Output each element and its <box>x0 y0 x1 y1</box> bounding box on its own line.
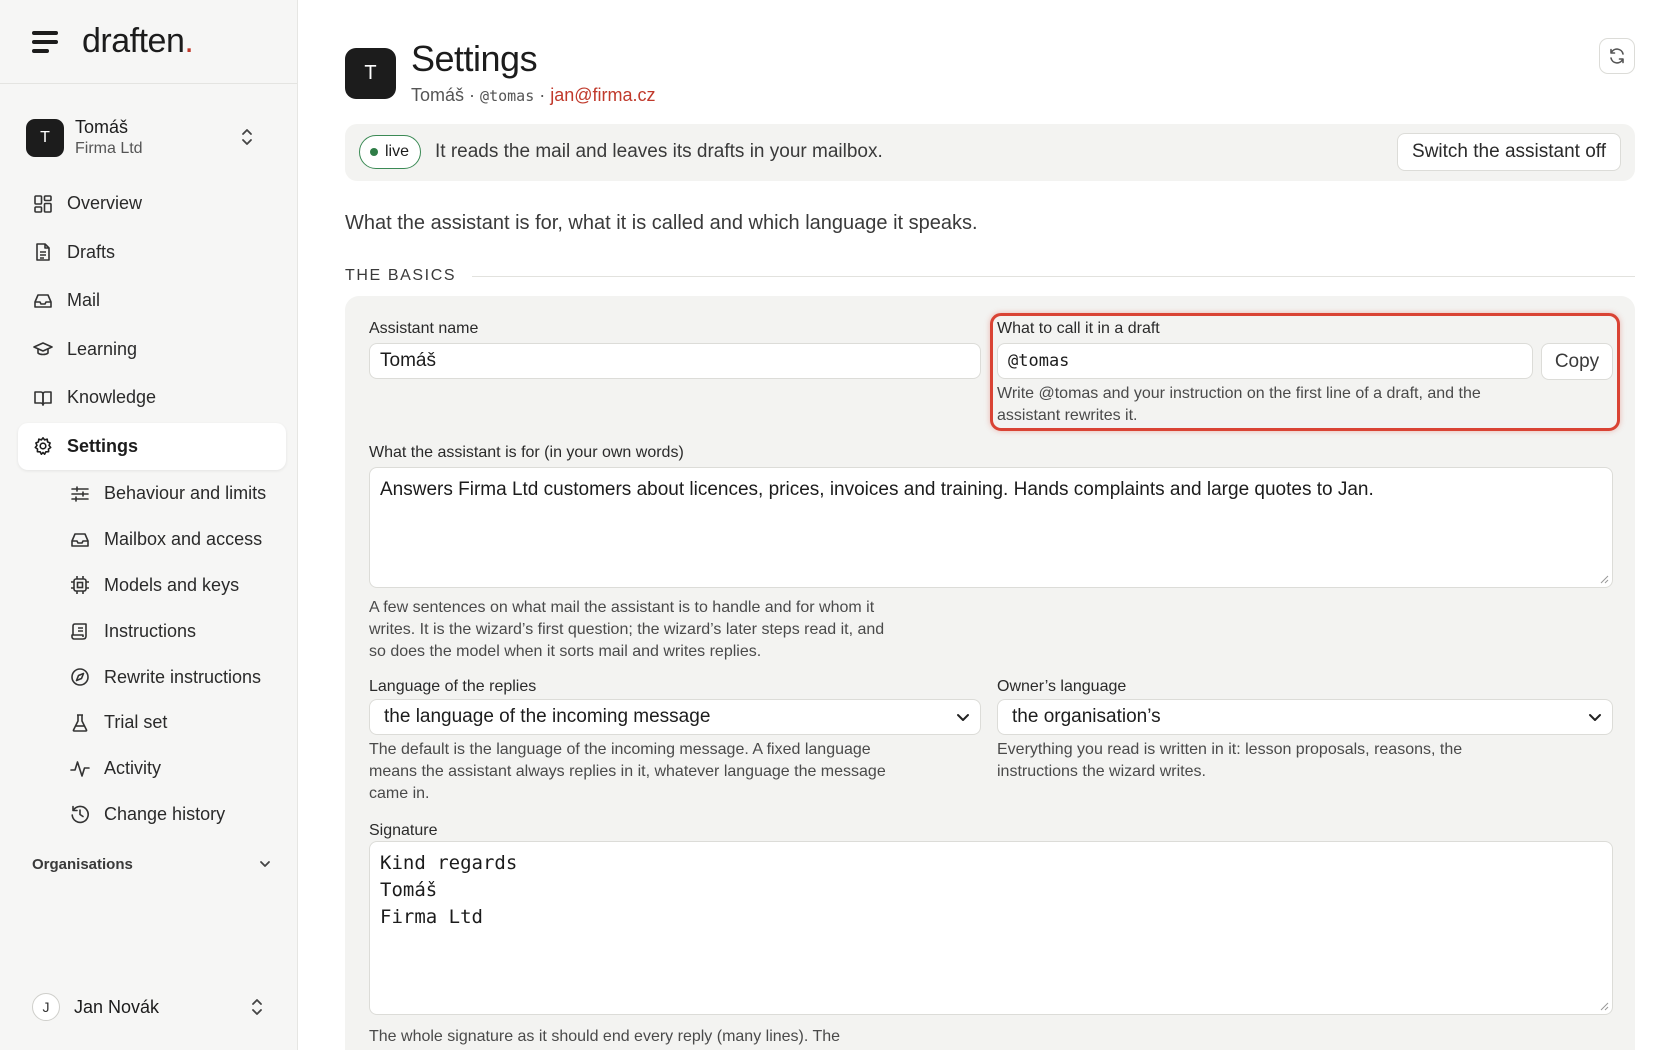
switch-off-button[interactable]: Switch the assistant off <box>1397 133 1621 171</box>
status-badge: live <box>359 135 422 169</box>
chip-icon <box>71 576 89 595</box>
inbox-icon <box>34 293 52 308</box>
purpose-help: A few sentences on what mail the assista… <box>369 599 885 660</box>
nav-knowledge[interactable]: Knowledge <box>18 374 286 421</box>
assistant-name: Tomáš <box>75 116 129 137</box>
resize-grip-icon[interactable] <box>1600 1002 1609 1011</box>
reply-language-label: Language of the replies <box>369 678 537 695</box>
nav-mail[interactable]: Mail <box>18 277 286 324</box>
nav-learning[interactable]: Learning <box>18 326 286 373</box>
user-menu[interactable]: J Jan Novák <box>32 990 272 1024</box>
sidebar: draften. T Tomáš Firma Ltd Overview Draf… <box>0 0 298 1050</box>
avatar: J <box>32 993 60 1021</box>
chevron-down-icon <box>1589 714 1601 721</box>
subnav-activity[interactable]: Activity <box>18 746 286 792</box>
sidebar-header: draften. <box>0 0 297 84</box>
flask-icon <box>72 714 88 732</box>
subnav-change-history[interactable]: Change history <box>18 792 286 838</box>
subnav-behaviour[interactable]: Behaviour and limits <box>18 471 286 517</box>
main-nav: Overview Drafts Mail Learning Knowledge … <box>18 180 286 837</box>
chevron-down-icon <box>957 714 969 721</box>
reply-language-help: The default is the language of the incom… <box>369 741 886 802</box>
user-name: Jan Novák <box>74 996 160 1017</box>
chevron-up-down-icon <box>242 129 252 145</box>
subnav-rewrite[interactable]: Rewrite instructions <box>18 654 286 700</box>
basics-panel: Assistant name Tomáš What to call it in … <box>345 296 1635 1050</box>
logo[interactable]: draften. <box>82 22 194 61</box>
subnav-label: Behaviour and limits <box>104 483 267 504</box>
nav-label: Learning <box>67 338 138 359</box>
owner-language-label: Owner’s language <box>997 678 1127 695</box>
status-text: It reads the mail and leaves its drafts … <box>435 141 883 162</box>
nav-drafts[interactable]: Drafts <box>18 229 286 276</box>
subnav-label: Rewrite instructions <box>104 666 262 687</box>
purpose-label: What the assistant is for (in your own w… <box>369 444 684 461</box>
subnav-trial-set[interactable]: Trial set <box>18 700 286 746</box>
section-header: THE BASICS <box>345 266 1635 286</box>
owner-language-select[interactable]: the organisation’s <box>997 699 1613 735</box>
assistant-avatar: T <box>26 119 64 157</box>
status-bar: live It reads the mail and leaves its dr… <box>345 124 1635 181</box>
purpose-textarea[interactable]: Answers Firma Ltd customers about licenc… <box>369 467 1613 588</box>
subnav-instructions[interactable]: Instructions <box>18 608 286 654</box>
signature-textarea[interactable]: Kind regards Tomáš Firma Ltd <box>369 841 1613 1015</box>
compass-icon <box>71 668 89 686</box>
subnav-models[interactable]: Models and keys <box>18 563 286 609</box>
focus-highlight <box>990 313 1620 431</box>
document-icon <box>36 243 50 261</box>
menu-icon[interactable] <box>32 30 60 53</box>
subnav-label: Change history <box>104 803 226 824</box>
inbox-icon <box>71 532 89 547</box>
history-icon <box>71 806 89 824</box>
gear-icon <box>34 437 52 455</box>
nav-overview[interactable]: Overview <box>18 180 286 227</box>
scroll-icon <box>71 623 87 641</box>
nav-settings[interactable]: Settings <box>18 422 286 470</box>
assistant-name-input[interactable]: Tomáš <box>369 343 981 379</box>
nav-label: Overview <box>67 193 143 213</box>
subnav-label: Trial set <box>104 712 168 733</box>
reply-language-select[interactable]: the language of the incoming message <box>369 699 981 735</box>
subnav-label: Mailbox and access <box>104 529 263 550</box>
divider <box>472 275 1635 277</box>
assistant-name-label: Assistant name <box>369 320 479 337</box>
resize-grip-icon[interactable] <box>1600 575 1609 584</box>
page-subtitle: Tomáš · @tomas · jan@firma.cz <box>411 85 656 105</box>
sliders-icon <box>71 486 89 502</box>
owner-language-help: Everything you read is written in it: le… <box>997 741 1463 780</box>
subnav-label: Models and keys <box>104 574 240 595</box>
nav-label: Knowledge <box>67 387 157 407</box>
refresh-button[interactable] <box>1599 38 1635 74</box>
page-header: T Settings Tomáš · @tomas · jan@firma.cz <box>345 38 1635 108</box>
nav-label: Drafts <box>67 241 116 262</box>
signature-help: The whole signature as it should end eve… <box>369 1028 841 1045</box>
signature-label: Signature <box>369 822 438 839</box>
owner-email[interactable]: jan@firma.cz <box>550 85 655 105</box>
grid-icon <box>34 194 52 213</box>
chevron-up-down-icon <box>252 999 262 1015</box>
chevron-down-icon <box>260 861 270 867</box>
book-icon <box>34 390 52 406</box>
refresh-icon <box>1610 48 1624 64</box>
organisations-toggle[interactable]: Organisations <box>32 852 272 876</box>
assistant-name: Tomáš <box>411 85 465 105</box>
subnav-label: Activity <box>104 758 162 779</box>
page-intro: What the assistant is for, what it is ca… <box>345 212 978 234</box>
section-title: THE BASICS <box>345 267 457 284</box>
assistant-handle: @tomas <box>480 87 535 105</box>
assistant-avatar: T <box>345 48 396 99</box>
graduation-cap-icon <box>33 342 53 356</box>
nav-label: Mail <box>67 290 101 310</box>
organisations-label: Organisations <box>32 855 133 873</box>
pulse-icon <box>70 760 90 777</box>
assistant-switcher[interactable]: T Tomáš Firma Ltd <box>26 112 272 164</box>
assistant-org: Firma Ltd <box>75 140 143 158</box>
subnav-mailbox[interactable]: Mailbox and access <box>18 517 286 563</box>
page-title: Settings <box>411 38 538 79</box>
nav-label: Settings <box>67 435 139 456</box>
subnav-label: Instructions <box>104 620 197 641</box>
main-content: T Settings Tomáš · @tomas · jan@firma.cz… <box>345 0 1635 1050</box>
live-dot-icon <box>370 148 378 156</box>
